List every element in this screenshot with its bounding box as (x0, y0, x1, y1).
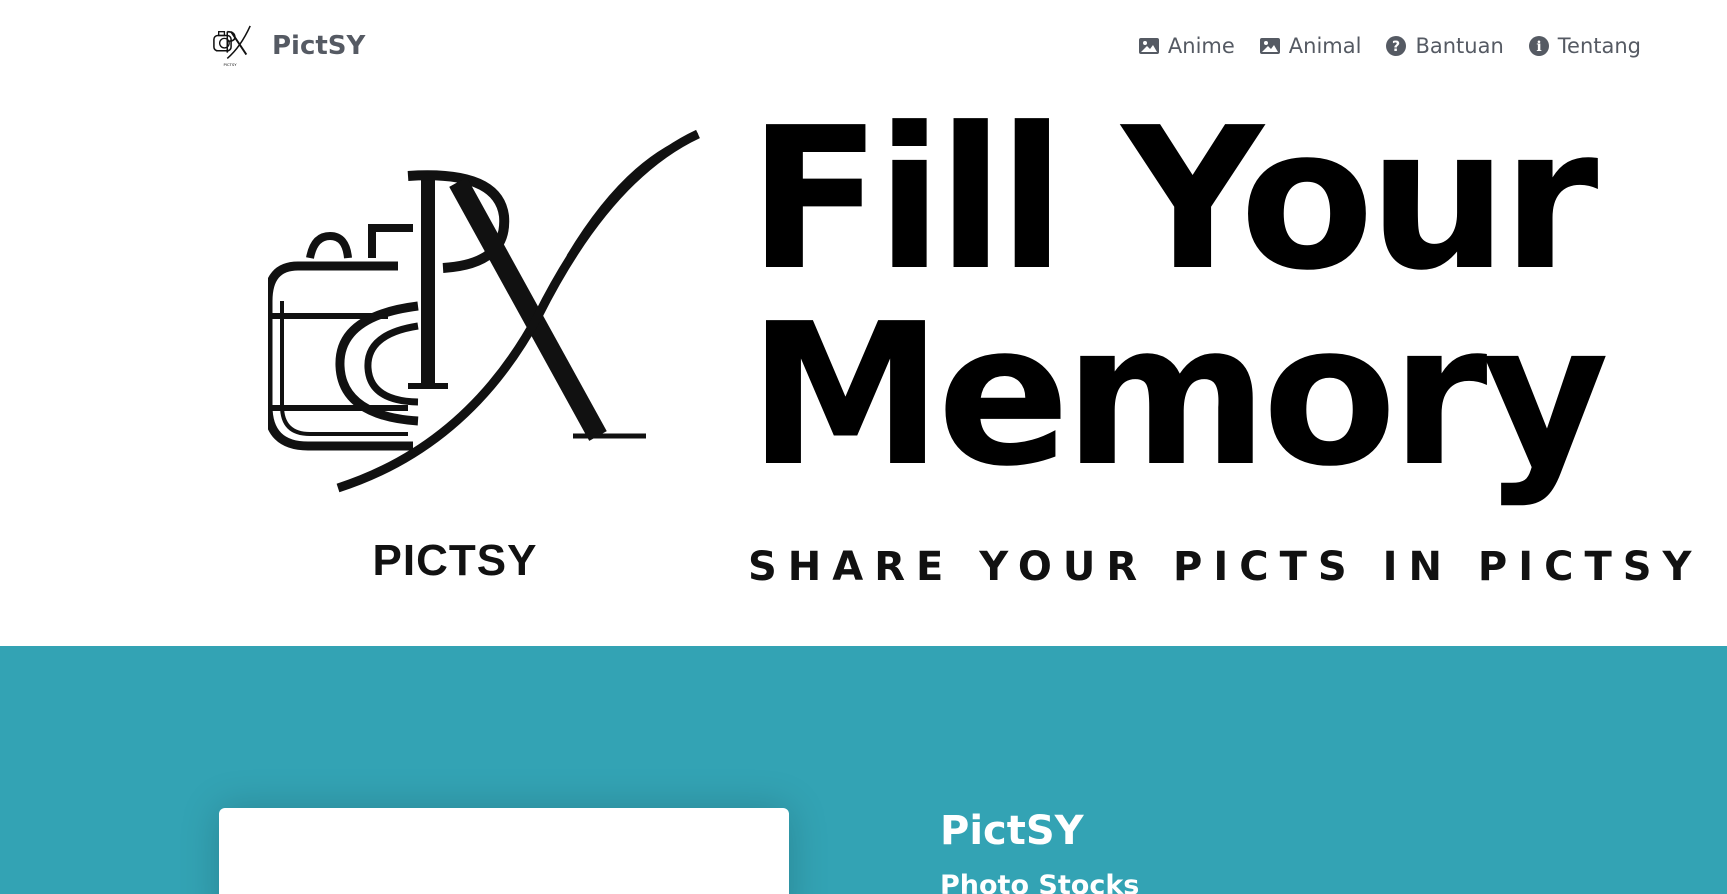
brand-link[interactable]: PICTSY PictSY (212, 24, 365, 68)
hero-title-line-1: Fill Your (748, 86, 1598, 314)
nav-menu: Anime Animal ? Bantuan i Tentang (1138, 34, 1641, 58)
nav-link-label: Anime (1167, 34, 1235, 58)
about-title: PictSY (940, 808, 1084, 854)
pictsy-camera-logo (268, 129, 700, 493)
nav-link-bantuan[interactable]: ? Bantuan (1385, 34, 1504, 58)
hero-title: Fill Your Memory (748, 102, 1708, 494)
nav-link-label: Tentang (1557, 34, 1641, 58)
about-card (219, 808, 789, 894)
nav-link-tentang[interactable]: i Tentang (1528, 34, 1641, 58)
hero-title-line-2: Memory (748, 282, 1609, 510)
question-circle-icon: ? (1386, 36, 1407, 56)
image-icon (1138, 38, 1159, 54)
image-icon (1259, 38, 1280, 54)
brand-name: PictSY (272, 31, 366, 61)
pictsy-camera-logo-icon: PICTSY (213, 25, 251, 67)
hero-tagline: SHARE YOUR PICTS IN PICTSY (748, 544, 1703, 590)
hero-logo-wordmark: PICTSY (372, 536, 538, 585)
svg-text:?: ? (1392, 39, 1400, 55)
about-section: PictSY Photo Stocks (0, 646, 1727, 894)
nav-link-label: Bantuan (1415, 34, 1504, 58)
hero-banner: PICTSY Fill Your Memory SHARE YOUR PICTS… (0, 96, 1727, 646)
nav-link-animal[interactable]: Animal (1259, 34, 1362, 58)
nav-link-anime[interactable]: Anime (1138, 34, 1235, 58)
svg-text:i: i (1536, 39, 1541, 55)
nav-link-label: Animal (1288, 34, 1362, 58)
svg-text:PICTSY: PICTSY (223, 62, 237, 67)
navbar: PICTSY PictSY Anime Animal ? Bantuan i T… (0, 0, 1727, 96)
about-subtitle: Photo Stocks (940, 870, 1140, 894)
info-circle-icon: i (1528, 36, 1549, 56)
